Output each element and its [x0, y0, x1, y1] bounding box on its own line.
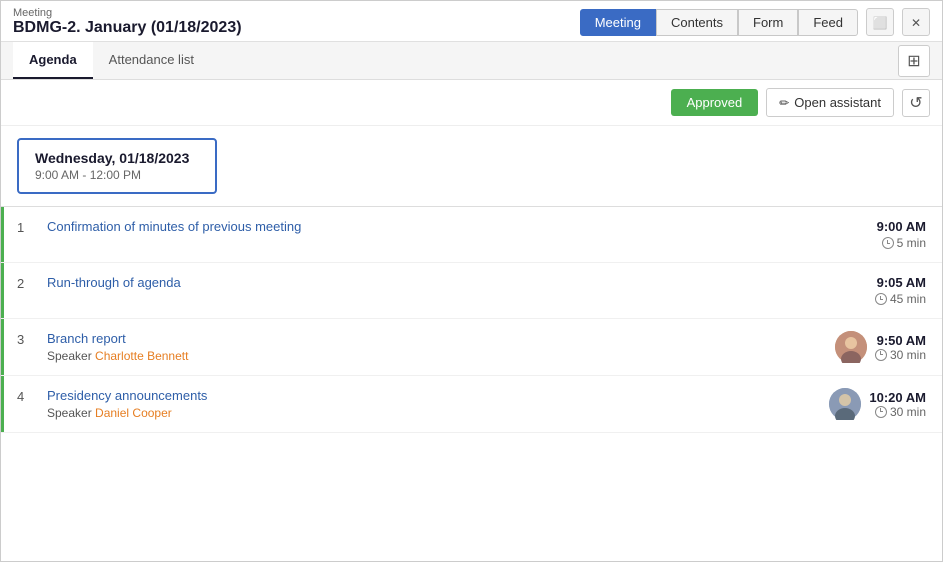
grid-view-button[interactable]: [898, 45, 930, 77]
tab-agenda[interactable]: Agenda: [13, 42, 93, 79]
date-section: Wednesday, 01/18/2023 9:00 AM - 12:00 PM: [1, 126, 942, 207]
speaker-label: Speaker: [47, 349, 92, 363]
item-body: Branch report Speaker Charlotte Bennett: [47, 331, 825, 363]
clock-icon: [875, 293, 887, 305]
date-card-time: 9:00 AM - 12:00 PM: [35, 168, 199, 182]
open-assistant-label: Open assistant: [794, 95, 881, 110]
item-title[interactable]: Branch report: [47, 331, 825, 346]
item-start-time: 9:50 AM: [877, 333, 926, 348]
item-number: 2: [17, 275, 47, 291]
close-button[interactable]: [902, 8, 930, 36]
item-number: 4: [17, 388, 47, 404]
agenda-list: 1 Confirmation of minutes of previous me…: [1, 207, 942, 561]
item-right: 9:00 AM 5 min: [877, 219, 926, 250]
main-window: Meeting BDMG-2. January (01/18/2023) Mee…: [0, 0, 943, 562]
speaker-name: Daniel Cooper: [95, 406, 172, 420]
minimize-button[interactable]: [866, 8, 894, 36]
header-tab-group: Meeting Contents Form Feed: [580, 9, 858, 36]
header-tab-meeting[interactable]: Meeting: [580, 9, 656, 36]
title-bar-left: Meeting BDMG-2. January (01/18/2023): [13, 7, 242, 37]
avatar-image: [829, 388, 861, 420]
duration-label: 30 min: [890, 405, 926, 419]
date-card-title: Wednesday, 01/18/2023: [35, 150, 199, 166]
grid-icon: [907, 51, 920, 71]
item-body: Confirmation of minutes of previous meet…: [47, 219, 877, 234]
avatar: [835, 331, 867, 363]
item-body: Presidency announcements Speaker Daniel …: [47, 388, 819, 420]
window-meta-label: Meeting: [13, 7, 242, 19]
item-duration: 5 min: [882, 236, 926, 250]
item-start-time: 9:05 AM: [877, 275, 926, 290]
open-assistant-button[interactable]: ✏ Open assistant: [766, 88, 894, 117]
duration-label: 5 min: [897, 236, 926, 250]
item-title[interactable]: Run-through of agenda: [47, 275, 875, 290]
table-row: 2 Run-through of agenda 9:05 AM 45 min: [1, 263, 942, 319]
duration-label: 45 min: [890, 292, 926, 306]
time-block: 9:50 AM 30 min: [875, 333, 926, 362]
refresh-icon: [909, 93, 922, 113]
item-start-time: 9:00 AM: [877, 219, 926, 234]
item-number: 1: [17, 219, 47, 235]
item-start-time: 10:20 AM: [869, 390, 926, 405]
approved-button[interactable]: Approved: [671, 89, 759, 116]
title-bar: Meeting BDMG-2. January (01/18/2023) Mee…: [1, 1, 942, 42]
item-duration: 30 min: [875, 405, 926, 419]
title-bar-right: Meeting Contents Form Feed: [580, 8, 930, 36]
speaker-label: Speaker: [47, 406, 92, 420]
main-tabs-row: Agenda Attendance list: [1, 42, 942, 80]
item-number: 3: [17, 331, 47, 347]
item-speaker: Speaker Daniel Cooper: [47, 406, 819, 420]
time-block: 10:20 AM 30 min: [869, 390, 926, 419]
header-tab-form[interactable]: Form: [738, 9, 798, 36]
clock-icon: [882, 237, 894, 249]
header-tab-feed[interactable]: Feed: [798, 9, 858, 36]
window-title: BDMG-2. January (01/18/2023): [13, 19, 242, 37]
header-tab-contents[interactable]: Contents: [656, 9, 738, 36]
item-duration: 45 min: [875, 292, 926, 306]
avatar: [829, 388, 861, 420]
item-right: 9:05 AM 45 min: [875, 275, 926, 306]
item-duration: 30 min: [875, 348, 926, 362]
item-body: Run-through of agenda: [47, 275, 875, 290]
speaker-name: Charlotte Bennett: [95, 349, 188, 363]
clock-icon: [875, 406, 887, 418]
table-row: 4 Presidency announcements Speaker Danie…: [1, 376, 942, 433]
toolbar: Approved ✏ Open assistant: [1, 80, 942, 126]
table-row: 3 Branch report Speaker Charlotte Bennet…: [1, 319, 942, 376]
item-title[interactable]: Presidency announcements: [47, 388, 819, 403]
minimize-icon: [873, 14, 888, 30]
duration-label: 30 min: [890, 348, 926, 362]
table-row: 1 Confirmation of minutes of previous me…: [1, 207, 942, 263]
avatar-image: [835, 331, 867, 363]
pencil-icon: ✏: [779, 96, 789, 110]
item-title[interactable]: Confirmation of minutes of previous meet…: [47, 219, 877, 234]
item-speaker: Speaker Charlotte Bennett: [47, 349, 825, 363]
close-icon: [911, 14, 921, 30]
refresh-button[interactable]: [902, 89, 930, 117]
item-right: 9:50 AM 30 min: [825, 331, 926, 363]
main-tab-list: Agenda Attendance list: [13, 42, 210, 79]
item-right: 10:20 AM 30 min: [819, 388, 926, 420]
clock-icon: [875, 349, 887, 361]
tab-attendance-list[interactable]: Attendance list: [93, 42, 210, 79]
date-card: Wednesday, 01/18/2023 9:00 AM - 12:00 PM: [17, 138, 217, 194]
